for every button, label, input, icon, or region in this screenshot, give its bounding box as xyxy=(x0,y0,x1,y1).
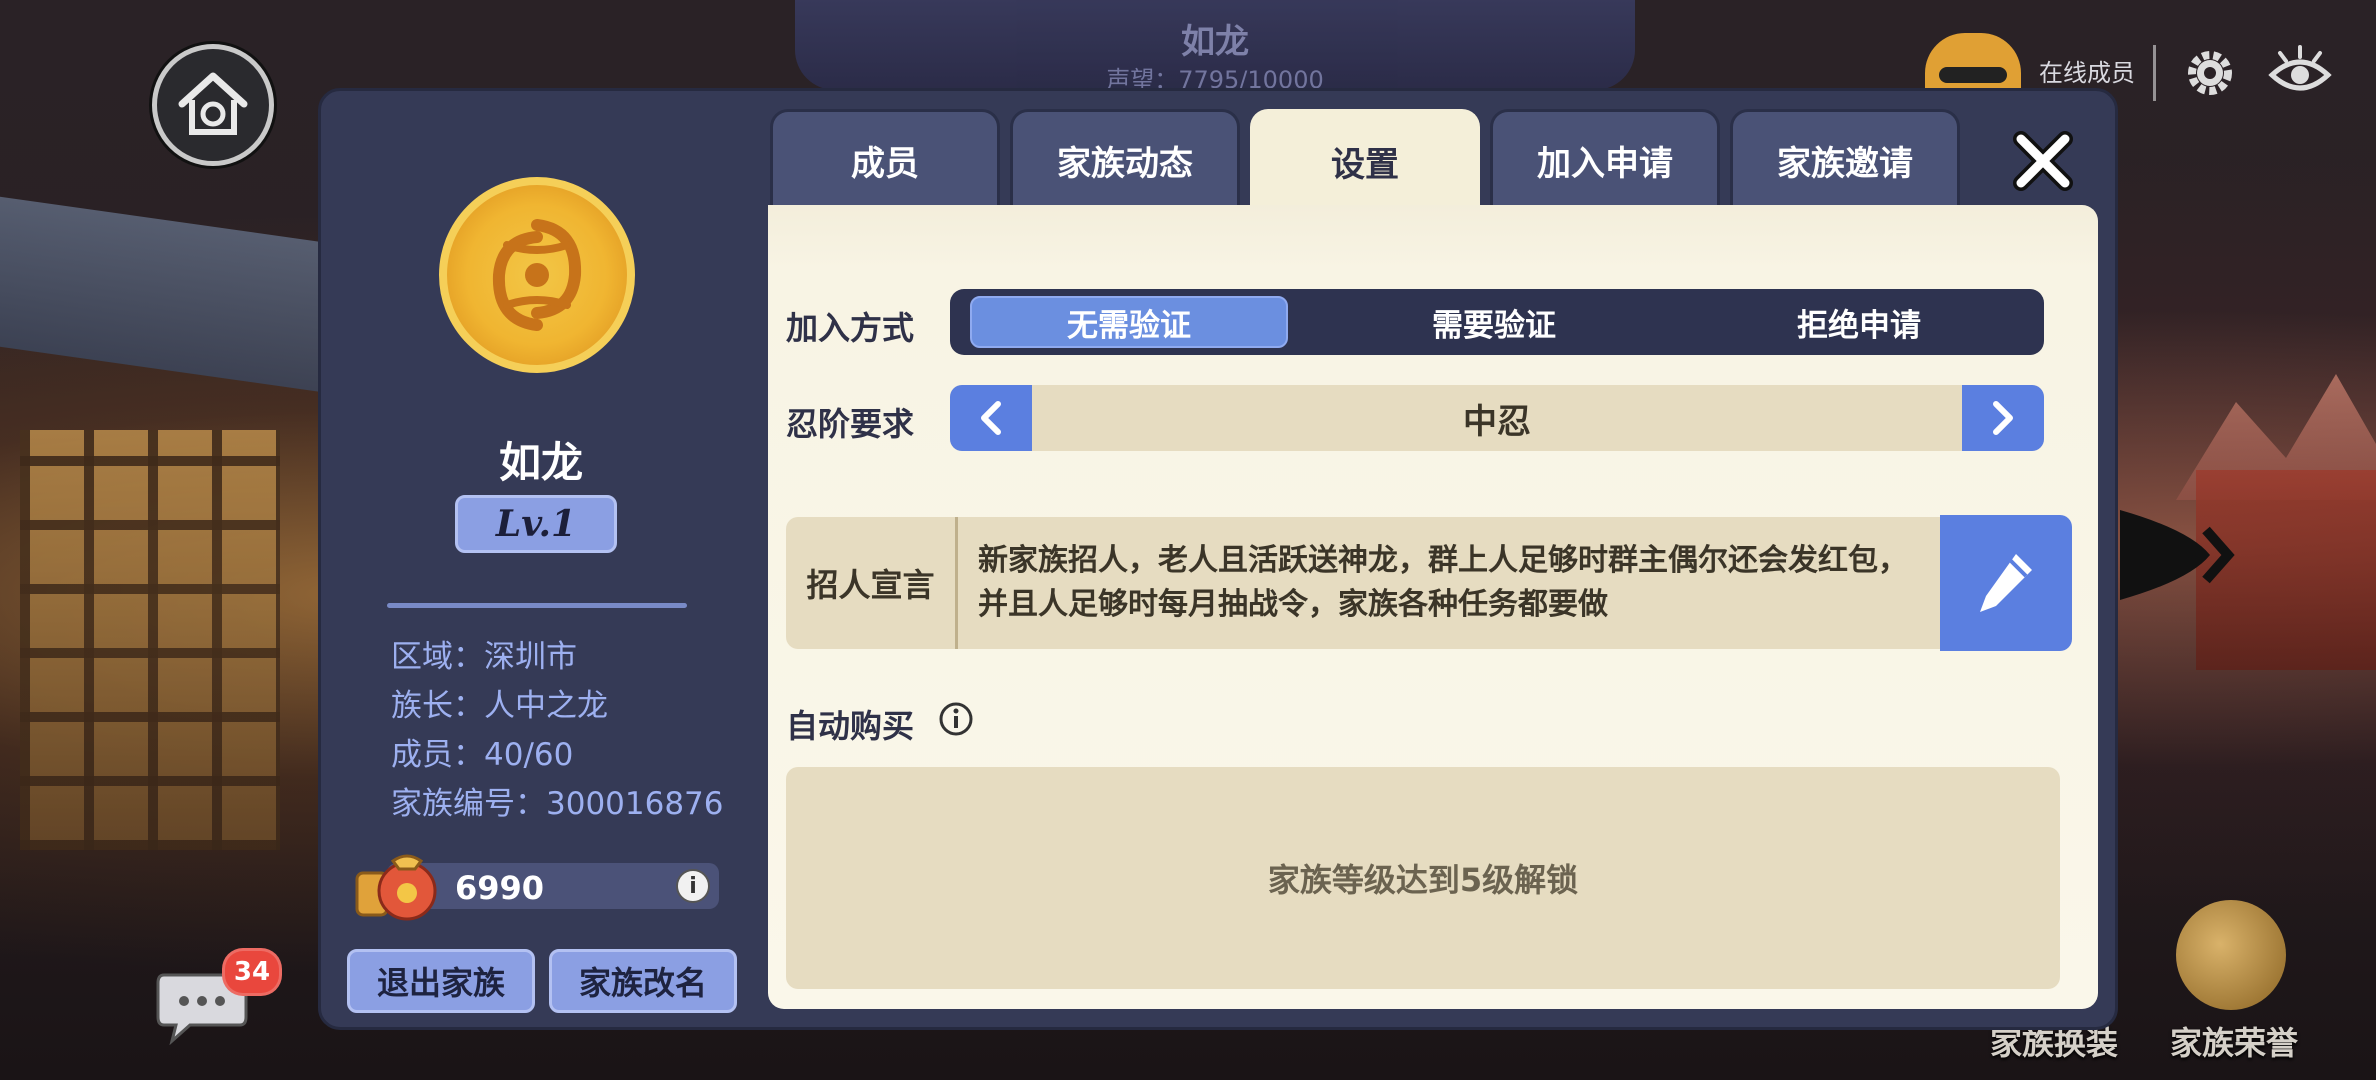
recruit-declaration-text: 新家族招人，老人且活跃送神龙，群上人足够时群主偶尔还会发红包，并且人足够时每月抽… xyxy=(978,543,1908,622)
background-window xyxy=(20,430,280,850)
family-emblem xyxy=(439,177,635,373)
rename-family-button[interactable]: 家族改名 xyxy=(549,949,737,1013)
settings-content: 加入方式 无需验证 需要验证 拒绝申请 忍阶要求 中忍 招人宣言 新家族招人，老… xyxy=(768,205,2098,1009)
view-toggle-button[interactable] xyxy=(2264,37,2336,109)
join-option-no-verify[interactable]: 无需验证 xyxy=(970,296,1288,348)
join-method-label: 加入方式 xyxy=(786,309,915,347)
family-info-sidebar: 如龙 Lv.1 区域：深圳市 族长：人中之龙 成员：40/60 家族编号：300… xyxy=(321,91,761,1027)
family-leader: 族长：人中之龙 xyxy=(391,688,608,724)
family-funds-value: 6990 xyxy=(455,869,545,907)
family-honor-icon[interactable] xyxy=(2176,900,2286,1010)
auto-buy-info-icon[interactable] xyxy=(938,701,974,737)
recruit-declaration-box: 招人宣言 新家族招人，老人且活跃送神龙，群上人足够时群主偶尔还会发红包，并且人足… xyxy=(786,517,1940,649)
chevron-right-icon xyxy=(1993,401,2013,435)
tab-join-requests[interactable]: 加入申请 xyxy=(1490,109,1720,209)
online-members-label: 在线成员 xyxy=(2039,59,2135,87)
background-cloth xyxy=(0,196,330,394)
home-icon xyxy=(178,72,248,135)
family-region: 区域：深圳市 xyxy=(391,639,577,675)
top-family-banner: 如龙 声望：7795/10000 xyxy=(795,0,1635,94)
banner-family-name: 如龙 xyxy=(1181,22,1249,62)
rank-next-button[interactable] xyxy=(1962,385,2044,451)
rank-requirement-selector: 中忍 xyxy=(950,385,2044,451)
pencil-icon xyxy=(1980,554,2032,612)
money-bag-icon xyxy=(355,847,441,921)
sidebar-divider xyxy=(387,603,687,608)
tab-settings[interactable]: 设置 xyxy=(1250,109,1480,211)
rank-requirement-value: 中忍 xyxy=(1463,401,1531,442)
auto-buy-locked-area: 家族等级达到5级解锁 xyxy=(786,767,2060,989)
family-id: 家族编号：300016876 xyxy=(391,786,724,822)
join-option-reject[interactable]: 拒绝申请 xyxy=(1680,289,2038,355)
family-name: 如龙 xyxy=(498,438,583,487)
auto-buy-unlock-hint: 家族等级达到5级解锁 xyxy=(1267,861,1579,899)
auto-buy-label: 自动购买 xyxy=(786,707,915,745)
eye-icon xyxy=(2268,45,2332,91)
join-method-selector: 无需验证 需要验证 拒绝申请 xyxy=(950,289,2044,355)
rank-prev-button[interactable] xyxy=(950,385,1032,451)
gear-icon xyxy=(2188,51,2232,95)
settings-button[interactable] xyxy=(2174,37,2246,109)
family-members: 成员：40/60 xyxy=(391,737,574,773)
tab-family-news[interactable]: 家族动态 xyxy=(1010,109,1240,209)
family-level-badge: Lv.1 xyxy=(455,495,617,553)
info-icon[interactable]: i xyxy=(676,869,710,903)
tab-family-invites[interactable]: 家族邀请 xyxy=(1730,109,1960,209)
close-icon xyxy=(2013,131,2073,191)
swirl-emblem-icon xyxy=(492,219,582,331)
recruit-declaration-label: 招人宣言 xyxy=(786,517,958,649)
close-button[interactable] xyxy=(2007,125,2079,197)
edit-declaration-button[interactable] xyxy=(1940,515,2072,651)
chevron-left-icon xyxy=(981,401,1001,435)
tab-members[interactable]: 成员 xyxy=(770,109,1000,209)
scene-arrow-icon xyxy=(2120,490,2240,620)
rank-requirement-label: 忍阶要求 xyxy=(786,405,915,443)
family-panel: 如龙 Lv.1 区域：深圳市 族长：人中之龙 成员：40/60 家族编号：300… xyxy=(318,88,2118,1030)
toolbar-divider xyxy=(2153,45,2156,101)
join-option-need-verify[interactable]: 需要验证 xyxy=(1315,289,1673,355)
chat-unread-badge: 34 xyxy=(222,948,282,996)
family-honor-label[interactable]: 家族荣誉 xyxy=(2170,1018,2298,1064)
quit-family-button[interactable]: 退出家族 xyxy=(347,949,535,1013)
home-button[interactable] xyxy=(152,44,274,166)
